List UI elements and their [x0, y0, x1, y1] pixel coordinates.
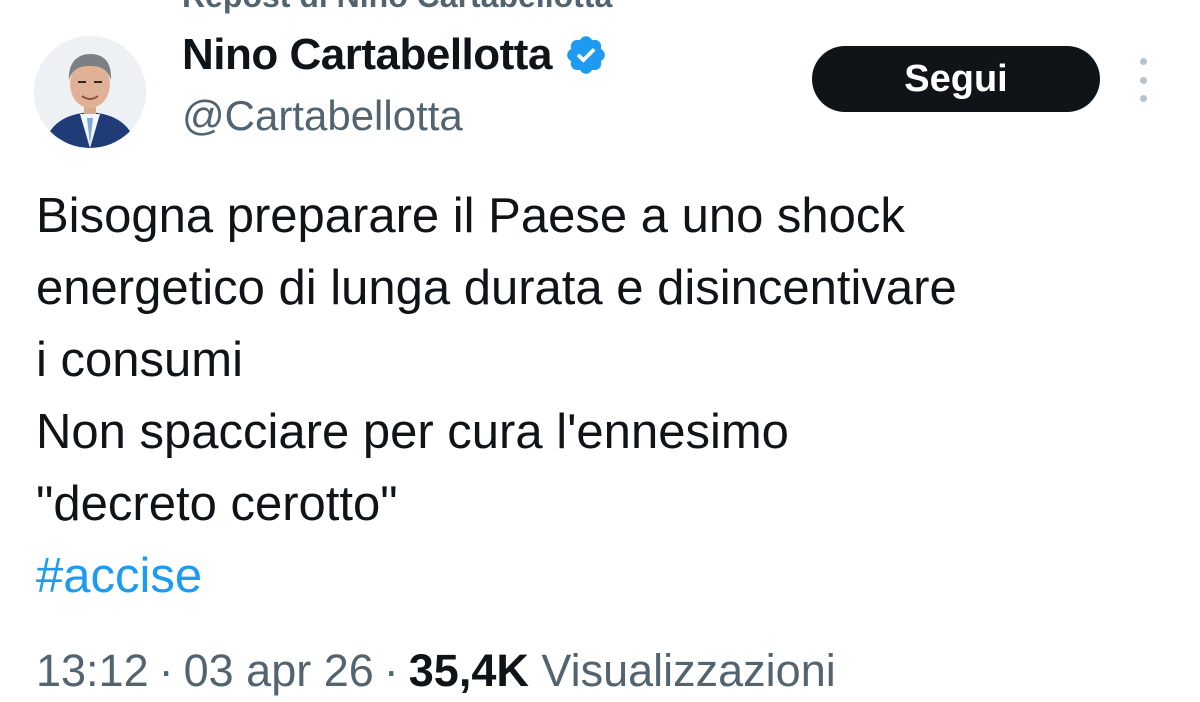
- verified-badge-icon[interactable]: [564, 33, 608, 77]
- avatar-portrait: [34, 36, 146, 148]
- views-count: 35,4K: [408, 645, 529, 696]
- more-options-icon[interactable]: [1128, 58, 1158, 102]
- tweet-time[interactable]: 13:12: [36, 645, 149, 696]
- dot: [1139, 76, 1147, 84]
- tweet-text: Bisogna preparare il Paese a uno shock e…: [36, 180, 1176, 612]
- author-handle[interactable]: @Cartabellotta: [182, 92, 463, 140]
- tweet-line: "decreto cerotto": [36, 477, 398, 531]
- meta-separator: ·: [158, 645, 174, 696]
- author-name-row[interactable]: Nino Cartabellotta: [182, 30, 608, 80]
- follow-button[interactable]: Segui: [812, 46, 1100, 112]
- hashtag-link[interactable]: #accise: [36, 540, 1176, 612]
- dot: [1139, 95, 1147, 102]
- dot: [1139, 58, 1147, 65]
- repost-banner: Repost di Nino Cartabellotta: [182, 0, 612, 15]
- tweet-line: energetico di lunga durata e disincentiv…: [36, 261, 957, 315]
- tweet-meta: 13:12 · 03 apr 26 · 35,4K Visualizzazioni: [36, 640, 836, 702]
- tweet-line: Bisogna preparare il Paese a uno shock: [36, 189, 905, 243]
- meta-separator: ·: [383, 645, 399, 696]
- avatar[interactable]: [34, 36, 146, 148]
- views-label: Visualizzazioni: [541, 645, 836, 696]
- tweet-date[interactable]: 03 apr 26: [184, 645, 374, 696]
- author-display-name[interactable]: Nino Cartabellotta: [182, 30, 552, 80]
- tweet-line: Non spacciare per cura l'ennesimo: [36, 405, 789, 459]
- tweet-line: i consumi: [36, 333, 243, 387]
